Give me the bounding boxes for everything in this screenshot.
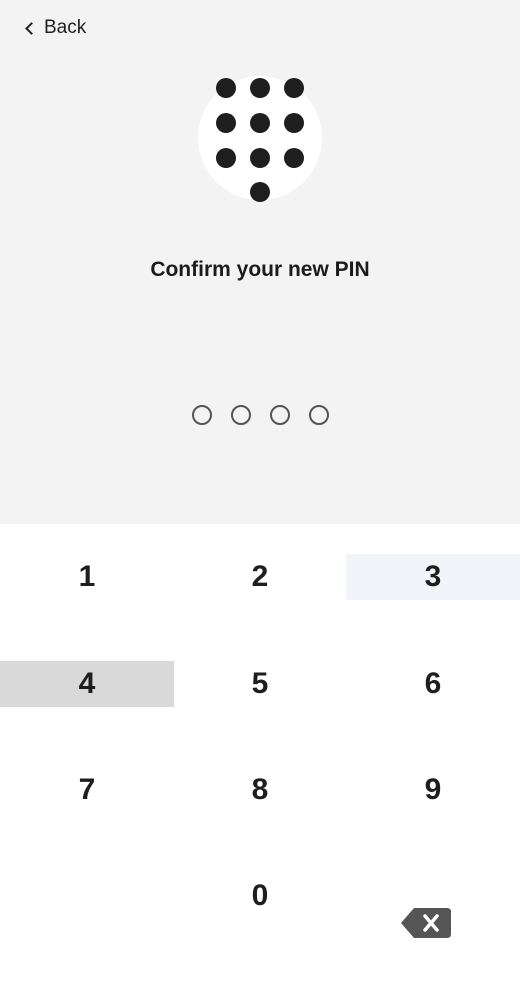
icon-dot bbox=[284, 148, 304, 168]
icon-dot bbox=[216, 113, 236, 133]
key-1[interactable]: 1 bbox=[0, 554, 174, 600]
pin-dot-2 bbox=[231, 405, 251, 425]
key-0[interactable]: 0 bbox=[173, 873, 347, 919]
pin-entry-panel: Back Confirm your new PIN bbox=[0, 0, 520, 524]
icon-dot bbox=[216, 148, 236, 168]
chevron-left-icon bbox=[25, 22, 38, 35]
key-3[interactable]: 3 bbox=[346, 554, 520, 600]
key-6[interactable]: 6 bbox=[346, 661, 520, 707]
key-5[interactable]: 5 bbox=[173, 661, 347, 707]
icon-dot bbox=[250, 78, 270, 98]
pin-indicator bbox=[190, 405, 330, 427]
icon-dot bbox=[250, 148, 270, 168]
key-8[interactable]: 8 bbox=[173, 767, 347, 813]
keypad-icon bbox=[198, 76, 322, 204]
backspace-button[interactable] bbox=[400, 907, 452, 939]
page-title: Confirm your new PIN bbox=[150, 258, 370, 281]
icon-dot bbox=[250, 113, 270, 133]
backspace-icon bbox=[401, 908, 451, 938]
key-4[interactable]: 4 bbox=[0, 661, 174, 707]
pin-dot-1 bbox=[192, 405, 212, 425]
key-9[interactable]: 9 bbox=[346, 767, 520, 813]
back-button[interactable]: Back bbox=[24, 15, 86, 41]
pin-dot-4 bbox=[309, 405, 329, 425]
key-2[interactable]: 2 bbox=[173, 554, 347, 600]
key-7[interactable]: 7 bbox=[0, 767, 174, 813]
pin-dot-3 bbox=[270, 405, 290, 425]
icon-dot bbox=[250, 182, 270, 202]
icon-dot bbox=[284, 78, 304, 98]
back-label: Back bbox=[44, 17, 87, 38]
icon-dot bbox=[284, 113, 304, 133]
icon-dot bbox=[216, 78, 236, 98]
